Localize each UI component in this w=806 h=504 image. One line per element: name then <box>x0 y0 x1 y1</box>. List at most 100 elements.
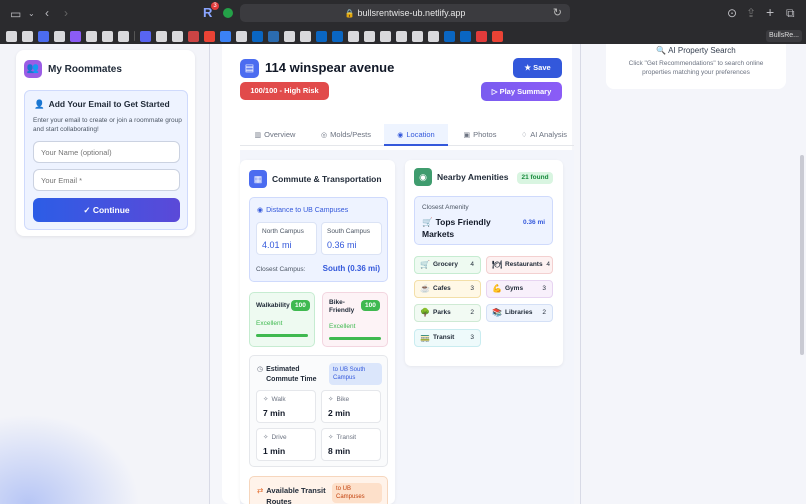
amenity-gyms[interactable]: 💪 Gyms 3 <box>486 280 553 298</box>
mode-label: Walk <box>271 396 286 403</box>
sidebar-toggle-icon[interactable]: ▭ <box>10 7 21 21</box>
amenity-cafes[interactable]: ☕ Cafes 3 <box>414 280 481 298</box>
bookmark-icon[interactable] <box>6 30 17 42</box>
mode-label: Transit <box>336 434 357 441</box>
bookmark-icon[interactable] <box>140 30 151 42</box>
tab-molds-pests[interactable]: ◎ Molds/Pests <box>310 124 382 146</box>
books-icon: 📚 <box>492 308 502 317</box>
extension-green-icon[interactable] <box>223 8 233 18</box>
amenity-transit[interactable]: 🚃 Transit 3 <box>414 329 481 347</box>
bookmark-icon[interactable] <box>102 30 113 42</box>
linkedin-icon[interactable] <box>316 30 327 42</box>
bookmark-icon[interactable] <box>428 30 439 42</box>
email-signup-box: 👤 Add Your Email to Get Started Enter you… <box>24 90 188 230</box>
reload-icon[interactable]: ↻ <box>553 4 562 22</box>
address-bar[interactable]: 🔒 bullsrentwise-ub.netlify.app ↻ <box>240 4 570 22</box>
bookmark-icon[interactable] <box>300 30 311 42</box>
linkedin-icon[interactable] <box>460 30 471 42</box>
scrollbar[interactable] <box>800 155 804 355</box>
amenity-count: 2 <box>542 309 546 316</box>
bookmark-icon[interactable] <box>156 30 167 42</box>
walkability-label: Walkability <box>256 302 290 309</box>
estimated-heading: Estimated Commute Time <box>266 366 317 383</box>
gmail-icon[interactable] <box>204 30 215 42</box>
back-arrow-icon[interactable]: ‹ <box>45 6 49 20</box>
coffee-icon: ☕ <box>420 284 430 293</box>
linkedin-icon[interactable] <box>444 30 455 42</box>
transit-routes-box: ⇄ Available Transit Routes to UB Campuses <box>249 476 388 504</box>
amenity-count: 2 <box>470 309 474 316</box>
new-tab-icon[interactable]: + <box>766 5 774 19</box>
closest-amenity-distance: 0.36 mi <box>523 219 546 226</box>
amenity-count: 4 <box>546 261 550 268</box>
bookmark-bullsrentwise[interactable]: BullsRe... <box>766 30 802 42</box>
bookmark-icon[interactable] <box>412 30 423 42</box>
linkedin-icon[interactable] <box>332 30 343 42</box>
bookmark-icon[interactable] <box>70 30 81 42</box>
bookmark-icon[interactable] <box>268 30 279 42</box>
tab-ai-analysis[interactable]: ♢ AI Analysis <box>512 124 576 146</box>
bookmark-icon[interactable] <box>364 30 375 42</box>
continue-button[interactable]: ✓ Continue <box>33 198 180 222</box>
bookmark-icon[interactable] <box>348 30 359 42</box>
amenity-libraries[interactable]: 📚 Libraries 2 <box>486 304 553 322</box>
bookmark-icon[interactable] <box>54 30 65 42</box>
bookmark-icon[interactable] <box>396 30 407 42</box>
email-input[interactable] <box>33 169 180 191</box>
car-icon: ✧ <box>263 434 269 441</box>
github-icon[interactable] <box>284 30 295 42</box>
extension-badge: 3 <box>211 2 219 10</box>
location-pin-icon: ◉ <box>414 168 432 186</box>
download-icon[interactable]: ⊙ <box>727 6 737 20</box>
tab-overview-icon[interactable]: ⧉ <box>786 6 795 20</box>
play-summary-button[interactable]: ▷ Play Summary <box>481 82 562 101</box>
decorative-glow <box>0 414 140 504</box>
bar-chart-icon: ▥ <box>254 132 262 139</box>
bookmark-icon[interactable] <box>220 30 231 42</box>
amenities-title: Nearby Amenities <box>437 172 509 182</box>
bookmark-icon[interactable] <box>118 30 129 42</box>
tab-location[interactable]: ◉ Location <box>384 124 448 146</box>
bookmark-icon[interactable] <box>236 30 247 42</box>
share-icon[interactable]: ⇪ <box>746 6 756 20</box>
bookmark-icon[interactable] <box>380 30 391 42</box>
bike-card: Bike-Friendly 100 Excellent <box>322 292 388 347</box>
walk-icon: ✧ <box>263 396 269 403</box>
closest-campus-label: Closest Campus: <box>256 266 306 273</box>
bookmark-icon[interactable] <box>188 30 199 42</box>
location-pin-icon: ◉ <box>257 207 264 214</box>
chevron-down-icon[interactable]: ⌄ <box>28 7 35 21</box>
south-campus-label: South Campus <box>327 228 370 235</box>
commute-mode-transit: ✧ Transit 8 min <box>321 428 381 461</box>
amenity-restaurants[interactable]: 🍽 Restaurants 4 <box>486 256 553 274</box>
name-input[interactable] <box>33 141 180 163</box>
check-icon: ✓ <box>83 205 93 215</box>
tab-label: Overview <box>264 130 296 139</box>
tab-overview[interactable]: ▥ Overview <box>240 124 310 146</box>
amenity-count: 4 <box>470 261 474 268</box>
bookmark-icon[interactable] <box>86 30 97 42</box>
save-button[interactable]: ★ Save <box>513 58 562 78</box>
mode-value: 7 min <box>263 408 286 418</box>
bug-icon: ◎ <box>321 132 328 139</box>
users-icon: 👥 <box>24 60 42 78</box>
search-icon: 🔍 <box>656 46 669 55</box>
linkedin-icon[interactable] <box>252 30 263 42</box>
grocery-icon: 🛒 <box>420 260 430 269</box>
gmail-icon[interactable] <box>492 30 503 42</box>
forward-arrow-icon[interactable]: › <box>64 6 68 20</box>
bookmark-icon[interactable] <box>22 30 33 42</box>
ai-search-description: Click "Get Recommendations" to search on… <box>628 60 764 76</box>
closest-amenity-box: Closest Amenity 🛒 Tops Friendly Markets 0… <box>414 196 553 245</box>
property-title: 114 winspear avenue <box>265 60 395 75</box>
bus-icon: ✧ <box>328 434 334 441</box>
tab-label: Location <box>406 130 435 139</box>
amenity-grocery[interactable]: 🛒 Grocery 4 <box>414 256 481 274</box>
bookmark-icon[interactable] <box>38 30 49 42</box>
tab-photos[interactable]: ▣ Photos <box>452 124 508 146</box>
transit-badge: to UB Campuses <box>332 483 382 503</box>
amenity-parks[interactable]: 🌳 Parks 2 <box>414 304 481 322</box>
bookmark-icon[interactable] <box>476 30 487 42</box>
github-icon[interactable] <box>172 30 183 42</box>
walkability-rating: Excellent <box>256 320 283 327</box>
